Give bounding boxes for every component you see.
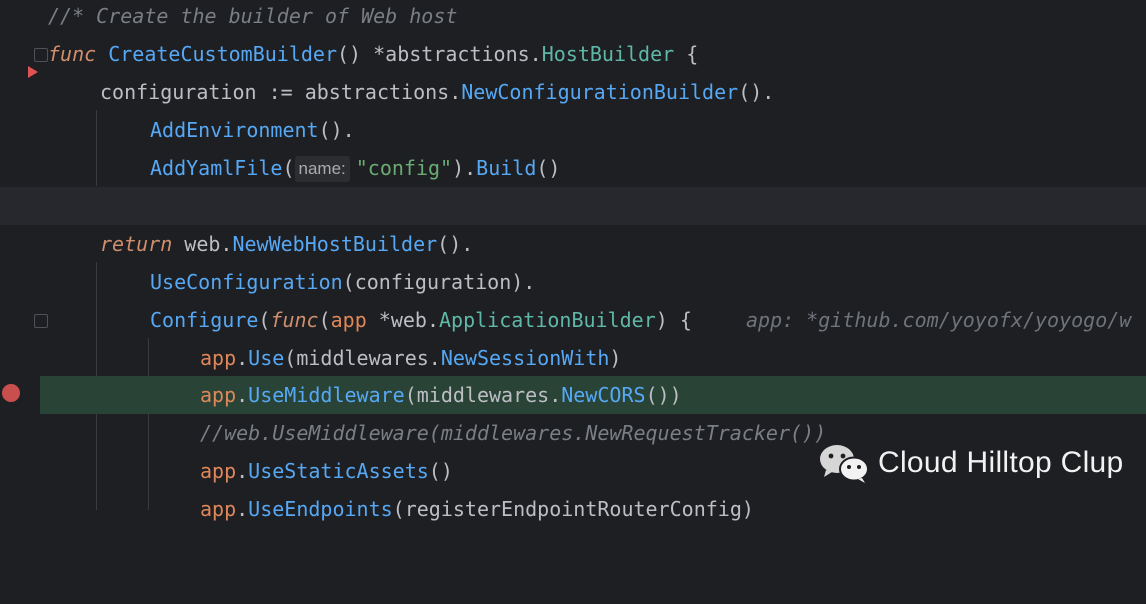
- code-text: app.UseMiddleware(middlewares.NewCORS()): [200, 376, 682, 414]
- code-token: .: [236, 459, 249, 483]
- code-token: ) {: [655, 308, 692, 332]
- function-call: UseConfiguration: [150, 270, 343, 294]
- function-call: NewSessionWith: [440, 346, 610, 370]
- code-comment: //* Create the builder of Web host: [48, 4, 458, 28]
- code-token: (middlewares.: [284, 346, 441, 370]
- parameter-name: app: [330, 308, 367, 332]
- code-text: func CreateCustomBuilder() *abstractions…: [48, 35, 698, 73]
- function-call: NewWebHostBuilder: [232, 232, 438, 256]
- code-token: ): [609, 346, 622, 370]
- function-call: UseMiddleware: [248, 383, 405, 407]
- function-call: Use: [248, 346, 285, 370]
- code-line[interactable]: //* Create the builder of Web host: [0, 0, 1146, 35]
- wechat-icon: [818, 443, 870, 483]
- code-line[interactable]: AddYamlFile(name: "config").Build(): [0, 149, 1146, 187]
- code-token: ()): [645, 383, 682, 407]
- code-token: (: [282, 156, 295, 180]
- code-token: .: [236, 383, 249, 407]
- run-marker-icon[interactable]: [28, 66, 38, 78]
- code-editor[interactable]: //* Create the builder of Web host func …: [0, 0, 1146, 521]
- code-token: (: [258, 308, 271, 332]
- code-text: app.UseEndpoints(registerEndpointRouterC…: [200, 490, 754, 528]
- code-token: ().: [437, 232, 474, 256]
- code-text: app.Use(middlewares.NewSessionWith): [200, 339, 621, 377]
- receiver: app: [200, 383, 237, 407]
- code-line[interactable]: Configure(func(app *web.ApplicationBuild…: [0, 301, 1146, 339]
- code-text: AddEnvironment().: [150, 111, 355, 149]
- code-token: (): [536, 156, 561, 180]
- function-call: Build: [476, 156, 537, 180]
- watermark-text: Cloud Hilltop Clup: [878, 446, 1124, 479]
- function-call: UseStaticAssets: [248, 459, 429, 483]
- code-token: .: [236, 346, 249, 370]
- code-line[interactable]: func CreateCustomBuilder() *abstractions…: [0, 35, 1146, 73]
- code-line[interactable]: app.UseEndpoints(registerEndpointRouterC…: [0, 490, 1146, 528]
- code-line[interactable]: configuration := abstractions.NewConfigu…: [0, 73, 1146, 111]
- code-text: return web.NewWebHostBuilder().: [100, 225, 473, 263]
- type-name: HostBuilder: [541, 42, 675, 66]
- parameter-hint: name:: [294, 156, 350, 182]
- keyword-func: func: [270, 308, 319, 332]
- code-text: UseConfiguration(configuration).: [150, 263, 535, 301]
- code-token: (: [318, 308, 331, 332]
- code-text: configuration := abstractions.NewConfigu…: [100, 73, 774, 111]
- keyword-return: return: [100, 232, 173, 256]
- receiver: app: [200, 497, 237, 521]
- current-line[interactable]: [0, 187, 1146, 225]
- breakpoint-icon[interactable]: [2, 384, 20, 402]
- code-text: Configure(func(app *web.ApplicationBuild…: [150, 301, 692, 339]
- function-call: AddEnvironment: [150, 118, 319, 142]
- type-name: ApplicationBuilder: [439, 308, 656, 332]
- code-line[interactable]: AddEnvironment().: [0, 111, 1146, 149]
- code-line[interactable]: app.Use(middlewares.NewSessionWith): [0, 339, 1146, 377]
- code-comment: //web.UseMiddleware(middlewares.NewReque…: [200, 421, 827, 445]
- keyword-func: func: [48, 42, 97, 66]
- function-call: NewCORS: [561, 383, 646, 407]
- watermark: Cloud Hilltop Clup: [818, 441, 1124, 485]
- code-token: (registerEndpointRouterConfig): [392, 497, 754, 521]
- function-call: UseEndpoints: [248, 497, 393, 521]
- receiver: app: [200, 459, 237, 483]
- code-token: ().: [738, 80, 775, 104]
- function-call: Configure: [150, 308, 259, 332]
- code-token: {: [674, 42, 699, 66]
- code-token: *web.: [366, 308, 440, 332]
- code-line[interactable]: return web.NewWebHostBuilder().: [0, 225, 1146, 263]
- code-line[interactable]: UseConfiguration(configuration).: [0, 263, 1146, 301]
- code-token: .: [236, 497, 249, 521]
- type-hint: app: *github.com/yoyofx/yoyogo/w: [746, 308, 1132, 332]
- code-text: app.UseStaticAssets(): [200, 452, 453, 490]
- fold-icon[interactable]: [34, 314, 48, 328]
- function-call: NewConfigurationBuilder: [461, 80, 739, 104]
- code-token: (): [428, 459, 453, 483]
- receiver: app: [200, 346, 237, 370]
- string-literal: "config": [355, 156, 453, 180]
- code-token: ).: [452, 156, 477, 180]
- breakpoint-line[interactable]: app.UseMiddleware(middlewares.NewCORS()): [40, 376, 1146, 414]
- code-token: ().: [318, 118, 355, 142]
- fold-icon[interactable]: [34, 48, 48, 62]
- code-token: web.: [172, 232, 233, 256]
- code-token: configuration := abstractions.: [100, 80, 462, 104]
- code-token: (configuration).: [342, 270, 536, 294]
- code-token: (middlewares.: [404, 383, 562, 407]
- code-token: () *abstractions.: [337, 42, 542, 66]
- function-call: AddYamlFile: [150, 156, 283, 180]
- code-text: AddYamlFile(name: "config").Build(): [150, 149, 560, 187]
- function-name: CreateCustomBuilder: [108, 42, 337, 66]
